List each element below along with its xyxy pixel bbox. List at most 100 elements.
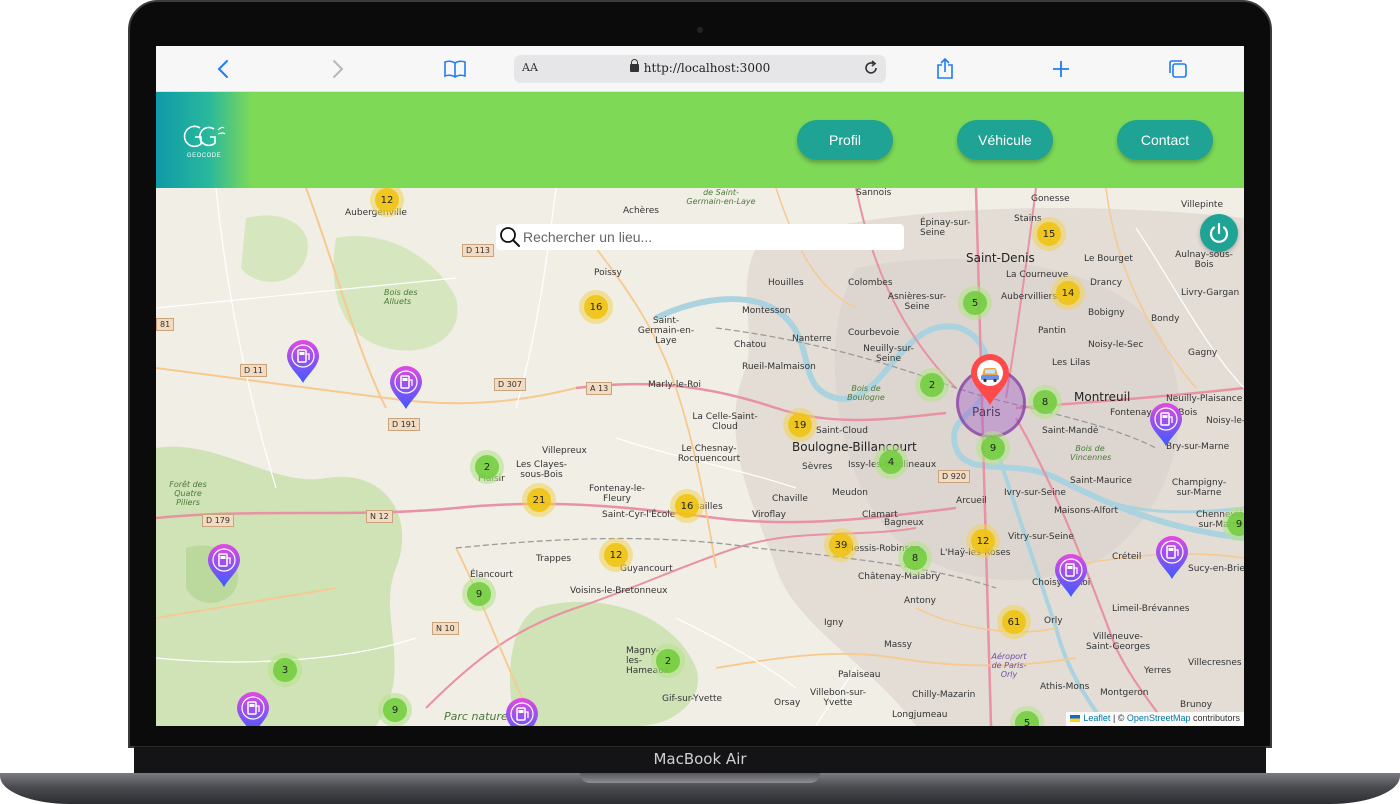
- browser-toolbar: AA http://localhost:3000: [156, 46, 1244, 92]
- place-label: Gonesse: [1031, 194, 1070, 204]
- place-label: Chaville: [772, 494, 808, 504]
- map[interactable]: Aubergenville Achères de Saint-Germain-e…: [156, 188, 1244, 726]
- cluster-marker[interactable]: 9: [462, 577, 496, 611]
- share-icon[interactable]: [933, 57, 957, 81]
- cluster-marker[interactable]: 61: [997, 605, 1031, 639]
- cluster-count: 4: [879, 450, 903, 474]
- cluster-marker[interactable]: 12: [599, 538, 633, 572]
- charging-station-pin[interactable]: [389, 366, 423, 410]
- osm-link[interactable]: OpenStreetMap: [1127, 713, 1191, 723]
- place-label: Châtenay-Malabry: [858, 572, 941, 582]
- nav-profil-button[interactable]: Profil: [797, 120, 893, 160]
- cluster-count: 15: [1037, 222, 1061, 246]
- place-label: Vitry-sur-Seine: [1008, 532, 1074, 542]
- cluster-count: 12: [971, 529, 995, 553]
- place-label: Parc naturel: [444, 710, 511, 723]
- reload-icon[interactable]: [862, 59, 880, 82]
- place-label: Limeil-Brévannes: [1112, 604, 1190, 614]
- place-label: Gagny: [1188, 348, 1218, 358]
- place-label: Saint-Cyr-l'École: [602, 510, 676, 520]
- place-label: Arcueil: [956, 496, 987, 506]
- cluster-marker[interactable]: 16: [579, 290, 613, 324]
- place-label: Neuilly-sur-Seine: [863, 344, 914, 364]
- place-label: Yerres: [1144, 666, 1172, 676]
- charging-station-pin[interactable]: [505, 698, 539, 726]
- cluster-marker[interactable]: 39: [824, 528, 858, 562]
- road-tag: D 11: [240, 364, 267, 377]
- laptop-notch: [580, 773, 820, 783]
- cluster-marker[interactable]: 8: [1028, 385, 1062, 419]
- cluster-count: 39: [829, 533, 853, 557]
- new-tab-icon[interactable]: [1049, 57, 1073, 81]
- place-label: Antony: [904, 596, 936, 606]
- attribution-separator: | ©: [1110, 713, 1127, 723]
- place-label: Courbevoie: [848, 328, 900, 338]
- cluster-marker[interactable]: 9: [378, 693, 412, 726]
- cluster-marker[interactable]: 3: [268, 653, 302, 687]
- cluster-marker[interactable]: 9: [976, 431, 1010, 465]
- place-label: Livry-Gargan: [1181, 288, 1240, 298]
- charging-station-pin[interactable]: [1155, 536, 1189, 580]
- place-label: Sèvres: [802, 462, 833, 472]
- cluster-marker[interactable]: 19: [783, 408, 817, 442]
- search-input[interactable]: [523, 229, 893, 245]
- attribution-suffix: contributors: [1190, 713, 1240, 723]
- place-label: Palaiseau: [838, 670, 881, 680]
- charging-station-pin[interactable]: [1054, 554, 1088, 598]
- cluster-marker[interactable]: 15: [1032, 217, 1066, 251]
- charging-station-pin[interactable]: [286, 340, 320, 384]
- nav-vehicule-button[interactable]: Véhicule: [957, 120, 1053, 160]
- map-attribution: Leaflet | © OpenStreetMap contributors: [1066, 712, 1244, 726]
- search-bar[interactable]: [496, 224, 904, 250]
- place-label: Saint-Maurice: [1070, 476, 1132, 486]
- nav-contact-button[interactable]: Contact: [1117, 120, 1213, 160]
- road-tag: D 307: [494, 378, 526, 391]
- cluster-marker[interactable]: 16: [670, 489, 704, 523]
- ukraine-flag-icon: [1070, 715, 1081, 722]
- charging-station-pin[interactable]: [1149, 403, 1183, 447]
- leaflet-link[interactable]: Leaflet: [1083, 713, 1110, 723]
- place-label: Athis-Mons: [1040, 682, 1090, 692]
- place-label: Longjumeau: [892, 710, 948, 720]
- cluster-marker[interactable]: 12: [966, 524, 1000, 558]
- place-label: La Celle-Saint-Cloud: [692, 412, 758, 432]
- charging-station-pin[interactable]: [236, 692, 270, 726]
- place-label: Villecresnes: [1188, 658, 1242, 668]
- logout-button[interactable]: [1200, 214, 1238, 252]
- back-icon[interactable]: [211, 57, 235, 81]
- cluster-marker[interactable]: 5: [958, 286, 992, 320]
- charging-station-pin[interactable]: [207, 544, 241, 588]
- cluster-marker[interactable]: 14: [1051, 276, 1085, 310]
- cluster-count: 9: [981, 436, 1005, 460]
- cluster-marker[interactable]: 21: [522, 483, 556, 517]
- bookmarks-icon[interactable]: [443, 57, 467, 81]
- place-label: Rueil-Malmaison: [742, 362, 816, 372]
- place-label: Pantin: [1038, 326, 1066, 336]
- cluster-marker[interactable]: 2: [470, 450, 504, 484]
- cluster-count: 3: [273, 658, 297, 682]
- cluster-marker[interactable]: 2: [651, 644, 685, 678]
- cluster-count: 12: [604, 543, 628, 567]
- place-label: Villeneuve-Saint-Georges: [1085, 632, 1151, 652]
- tabs-overview-icon[interactable]: [1166, 57, 1190, 81]
- place-label: Sucy-en-Brie: [1188, 564, 1244, 574]
- place-label: Bois de Boulogne: [847, 384, 885, 402]
- place-label: Chilly-Mazarin: [912, 690, 976, 700]
- url-display[interactable]: http://localhost:3000: [514, 59, 886, 75]
- place-label: Saint-Cloud: [816, 426, 868, 436]
- cluster-marker[interactable]: 2: [915, 368, 949, 402]
- place-label: Villepinte: [1181, 200, 1223, 210]
- address-bar[interactable]: AA http://localhost:3000: [514, 55, 886, 83]
- cluster-marker[interactable]: 8: [898, 541, 932, 575]
- road-tag: D 113: [462, 244, 494, 257]
- place-label: Trappes: [536, 554, 572, 564]
- forward-icon[interactable]: [326, 57, 350, 81]
- road-tag: N 12: [366, 510, 393, 523]
- vehicle-location-pin[interactable]: [970, 354, 1010, 406]
- place-label: Saint-Denis: [966, 251, 1035, 265]
- geocode-logo[interactable]: GEOCODE: [156, 92, 252, 188]
- cluster-marker[interactable]: 4: [874, 445, 908, 479]
- place-label: Sannois: [856, 188, 892, 198]
- device-label: MacBook Air: [653, 750, 747, 768]
- road-tag: D 191: [388, 418, 420, 431]
